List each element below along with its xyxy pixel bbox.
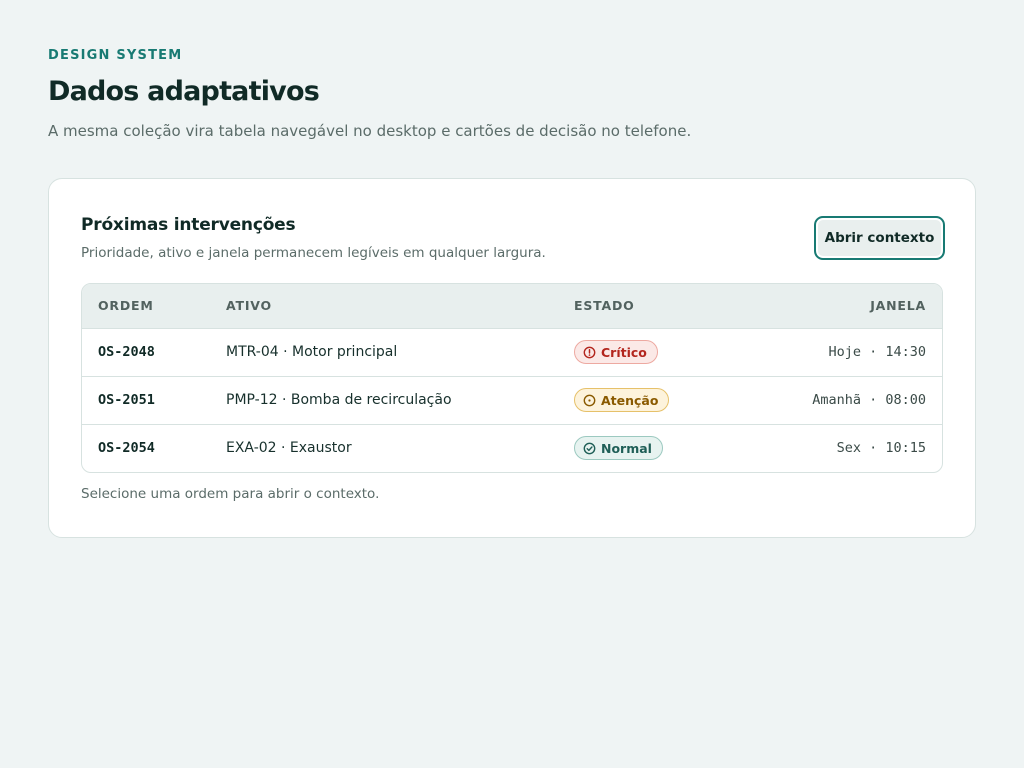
asset-name: MTR-04 · Motor principal (226, 344, 398, 360)
status-badge: Crítico (574, 340, 658, 364)
asset-name: PMP-12 · Bomba de recirculação (226, 392, 452, 408)
status-cell: Atenção (558, 376, 748, 424)
status-label: Atenção (601, 392, 659, 408)
clock-icon (583, 394, 596, 407)
eyebrow: DESIGN SYSTEM (48, 48, 183, 63)
table-header-row: ORDEM ATIVO ESTADO JANELA (82, 284, 942, 328)
table-row[interactable]: OS-2048 MTR-04 · Motor principal Crítico Ho… (82, 328, 942, 376)
status-cell: Crítico (558, 328, 748, 376)
column-header-window[interactable]: JANELA (748, 284, 942, 328)
page-title: Dados adaptativos (48, 76, 320, 107)
interventions-table: ORDEM ATIVO ESTADO JANELA OS-2048 MTR-04 … (81, 283, 943, 473)
column-header-status[interactable]: ESTADO (558, 284, 748, 328)
check-circle-icon (583, 442, 596, 455)
order-id: OS-2051 (98, 392, 155, 408)
time-window: Hoje · 14:30 (828, 344, 926, 360)
selection-hint: Selecione uma ordem para abrir o context… (81, 486, 380, 502)
asset-name: EXA-02 · Exaustor (226, 440, 352, 457)
status-badge: Normal (574, 436, 663, 461)
time-window: Amanhã · 08:00 (812, 392, 926, 408)
status-label: Crítico (601, 344, 647, 360)
column-header-asset[interactable]: ATIVO (210, 284, 558, 328)
table-row[interactable]: OS-2051 PMP-12 · Bomba de recirculação Ate… (82, 376, 942, 424)
page-subtitle: A mesma coleção vira tabela navegável no… (48, 122, 692, 140)
open-context-button[interactable]: Abrir contexto (814, 216, 945, 260)
status-badge: Atenção (574, 388, 670, 412)
status-cell: Normal (558, 424, 748, 472)
page: DESIGN SYSTEM Dados adaptativos A mesma … (0, 0, 1024, 768)
table-body: OS-2048 MTR-04 · Motor principal Crítico Ho… (82, 328, 942, 472)
order-id: OS-2048 (98, 344, 155, 360)
alert-icon (583, 346, 596, 359)
status-label: Normal (601, 440, 652, 456)
interventions-card: Próximas intervenções Prioridade, ativo … (48, 178, 976, 538)
order-id: OS-2054 (98, 440, 155, 457)
time-window: Sex · 10:15 (836, 440, 926, 457)
table-row[interactable]: OS-2054 EXA-02 · Exaustor Normal Sex · 10:1… (82, 424, 942, 472)
column-header-order[interactable]: ORDEM (82, 284, 210, 328)
